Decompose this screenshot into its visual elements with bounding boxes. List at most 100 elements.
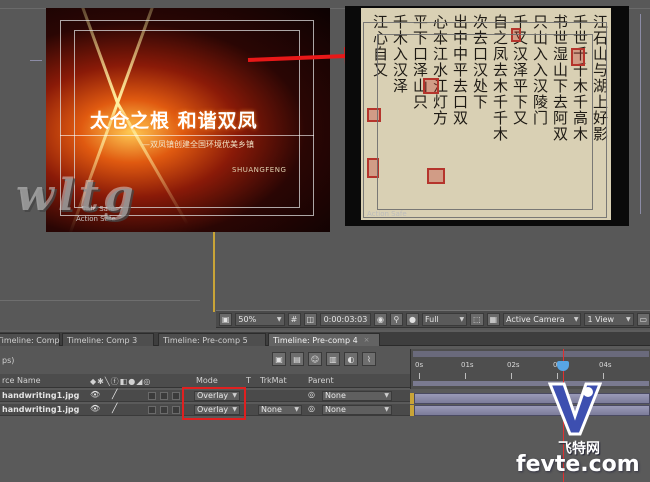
magnification-dropdown[interactable]: 50% ▼ — [235, 312, 285, 326]
channel-icon[interactable]: ● — [405, 312, 419, 326]
watermark-logo: wltg — [16, 170, 138, 221]
ruler-tick-label: 0s — [415, 361, 424, 369]
time-navigator[interactable] — [413, 351, 649, 357]
trkmat-header[interactable]: TrkMat — [260, 376, 287, 385]
toggle-pixel-aspect-icon[interactable]: ▭ — [636, 312, 650, 326]
guide-line-right — [640, 14, 641, 214]
title-rule — [60, 135, 314, 136]
tab-label: Timeline: Comp 1 — [0, 335, 68, 345]
poster-subtitle: —双凤镇创建全国环境优美乡镇 — [142, 140, 254, 149]
ruler-tick-label: 01s — [461, 361, 474, 369]
mode-header[interactable]: Mode — [196, 376, 218, 385]
snapshot-icon[interactable]: ◉ — [373, 312, 387, 326]
chevron-down-icon: ▼ — [384, 406, 389, 413]
chevron-down-icon: ▼ — [459, 315, 465, 323]
ruler-tick — [603, 373, 604, 379]
grid-icon[interactable]: # — [287, 312, 301, 326]
chevron-down-icon: ▼ — [294, 406, 299, 413]
ruler-tick — [419, 373, 420, 379]
mask-icon[interactable]: ◫ — [303, 312, 317, 326]
resolution-dropdown[interactable]: Full ▼ — [421, 312, 468, 326]
resolution-value: Full — [424, 314, 439, 324]
chevron-down-icon: ▼ — [384, 392, 389, 399]
ruler-tick — [557, 373, 558, 379]
chevron-down-icon: ▼ — [625, 315, 631, 323]
layer-switch[interactable] — [172, 406, 180, 414]
camera-value: Active Camera — [505, 314, 565, 324]
pickwhip-icon[interactable]: ◎ — [308, 404, 315, 413]
guide-line-left — [30, 60, 42, 61]
always-preview-icon[interactable]: ▣ — [219, 312, 233, 326]
parent-dropdown[interactable]: None ▼ — [322, 391, 392, 401]
close-icon[interactable]: × — [364, 336, 370, 344]
preserve-transparency-header[interactable]: T — [246, 376, 251, 385]
composition-viewer: 太仓之根 和谐双凤 —双凤镇创建全国环境优美乡镇 SHUANGFENG Titl… — [0, 0, 650, 330]
tab-label: Timeline: Pre-comp 4 — [273, 335, 358, 345]
layer-switch[interactable] — [160, 392, 168, 400]
layer-switch[interactable] — [160, 406, 168, 414]
title-safe-box — [377, 34, 593, 210]
tab-label: Timeline: Pre-comp 5 — [163, 335, 248, 345]
layer-name[interactable]: handwriting1.jpg — [2, 405, 79, 414]
current-time-fragment: ps) — [2, 356, 15, 365]
layer-switch[interactable] — [148, 392, 156, 400]
layer-column-headers: rce Name ◆✱╲ⓕ◧●◢◎ Mode T TrkMat Parent — [0, 374, 410, 388]
eye-icon[interactable]: 👁 — [90, 390, 100, 399]
layer-name[interactable]: handwriting1.jpg — [2, 391, 79, 400]
comp-frame-calligraphy: 江石山与湖上好影 千世千千木千高木 书世湿山下去阿双 只山入入汉陵门 千又汉泽平下又 自之… — [345, 6, 629, 226]
viewer-toolbar: ▣ 50% ▼ # ◫ 0:00:03:03 ◉ ⚲ ● Full ▼ ⬚ ▦ Ac… — [216, 310, 650, 328]
eye-icon[interactable]: 👁 — [90, 404, 100, 413]
poster-title: 太仓之根 和谐双凤 — [90, 110, 258, 132]
ruler-tick-label: 02s — [507, 361, 520, 369]
layer-switch[interactable] — [172, 392, 180, 400]
magnification-value: 50% — [238, 314, 257, 324]
ruler-tick — [511, 373, 512, 379]
current-time-display[interactable]: 0:00:03:03 — [319, 312, 371, 326]
graph-editor-icon[interactable]: ⌇ — [362, 352, 376, 366]
view-layout-value: 1 View — [587, 314, 615, 324]
show-snapshot-icon[interactable]: ⚲ — [389, 312, 403, 326]
tab-label: Timeline: Comp 3 — [67, 335, 138, 345]
timeline-toolbar: ps) ▣ ▤ ☺ ▥ ◐ ⌇ — [0, 346, 410, 374]
view-layout-dropdown[interactable]: 1 View ▼ — [584, 312, 634, 326]
comp-frame-edge — [213, 232, 215, 312]
site-logo-v-icon — [548, 382, 602, 436]
ruler-tick-label: 04s — [599, 361, 612, 369]
site-logo: 飞特网 fevte.com — [516, 380, 646, 480]
site-domain: fevte.com — [516, 452, 640, 477]
tab-pre-comp-4[interactable]: Timeline: Pre-comp 4 × — [268, 333, 380, 346]
action-safe-label: Action Safe — [367, 210, 407, 218]
timeline-tabs: Timeline: Comp 1 Timeline: Comp 3 Timeli… — [0, 332, 650, 346]
trkmat-value: None — [261, 405, 282, 414]
switches-header-icons: ◆✱╲ⓕ◧●◢◎ — [90, 377, 152, 386]
parent-header[interactable]: Parent — [308, 376, 334, 385]
chevron-down-icon: ▼ — [276, 315, 282, 323]
parent-dropdown[interactable]: None ▼ — [322, 405, 392, 415]
pickwhip-icon[interactable]: ◎ — [308, 390, 315, 399]
transparency-grid-icon[interactable]: ▦ — [486, 312, 500, 326]
draft-3d-icon[interactable]: ▤ — [290, 352, 304, 366]
tab-comp-3[interactable]: Timeline: Comp 3 — [62, 333, 154, 346]
live-update-icon[interactable]: ▣ — [272, 352, 286, 366]
source-name-header[interactable]: rce Name — [2, 376, 41, 385]
ruler-tick — [465, 373, 466, 379]
tab-pre-comp-5[interactable]: Timeline: Pre-comp 5 — [158, 333, 266, 346]
quality-slash-icon[interactable]: ╱ — [112, 390, 117, 400]
layer-switch[interactable] — [148, 406, 156, 414]
region-of-interest-icon[interactable]: ⬚ — [470, 312, 484, 326]
tab-comp-1[interactable]: Timeline: Comp 1 — [0, 333, 67, 346]
pasteboard-line — [0, 300, 200, 301]
poster-caption: SHUANGFENG — [232, 166, 287, 174]
parent-value: None — [325, 405, 346, 414]
motion-blur-icon[interactable]: ◐ — [344, 352, 358, 366]
chevron-down-icon: ▼ — [573, 315, 579, 323]
trkmat-dropdown[interactable]: None ▼ — [258, 405, 302, 415]
mode-highlight-box — [182, 387, 246, 420]
camera-dropdown[interactable]: Active Camera ▼ — [502, 312, 582, 326]
time-navigator-range[interactable] — [413, 351, 649, 357]
quality-slash-icon[interactable]: ╱ — [112, 404, 117, 414]
parent-value: None — [325, 391, 346, 400]
current-timecode: 0:00:03:03 — [323, 314, 368, 324]
hide-shy-layers-icon[interactable]: ☺ — [308, 352, 322, 366]
frame-blending-icon[interactable]: ▥ — [326, 352, 340, 366]
